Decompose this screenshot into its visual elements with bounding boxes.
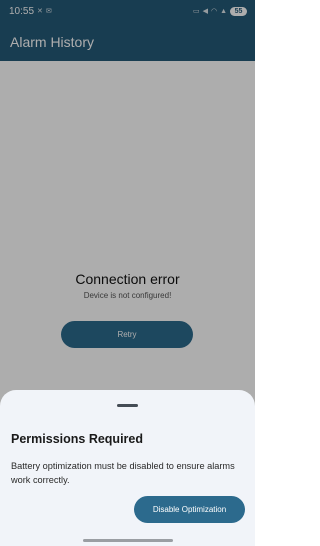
- permissions-bottom-sheet: Permissions Required Battery optimizatio…: [0, 390, 255, 546]
- disable-optimization-button[interactable]: Disable Optimization: [134, 496, 245, 523]
- sheet-message: Battery optimization must be disabled to…: [11, 461, 235, 485]
- sheet-title: Permissions Required: [11, 432, 143, 446]
- gesture-nav-bar[interactable]: [83, 539, 173, 542]
- sheet-drag-handle[interactable]: [117, 404, 138, 407]
